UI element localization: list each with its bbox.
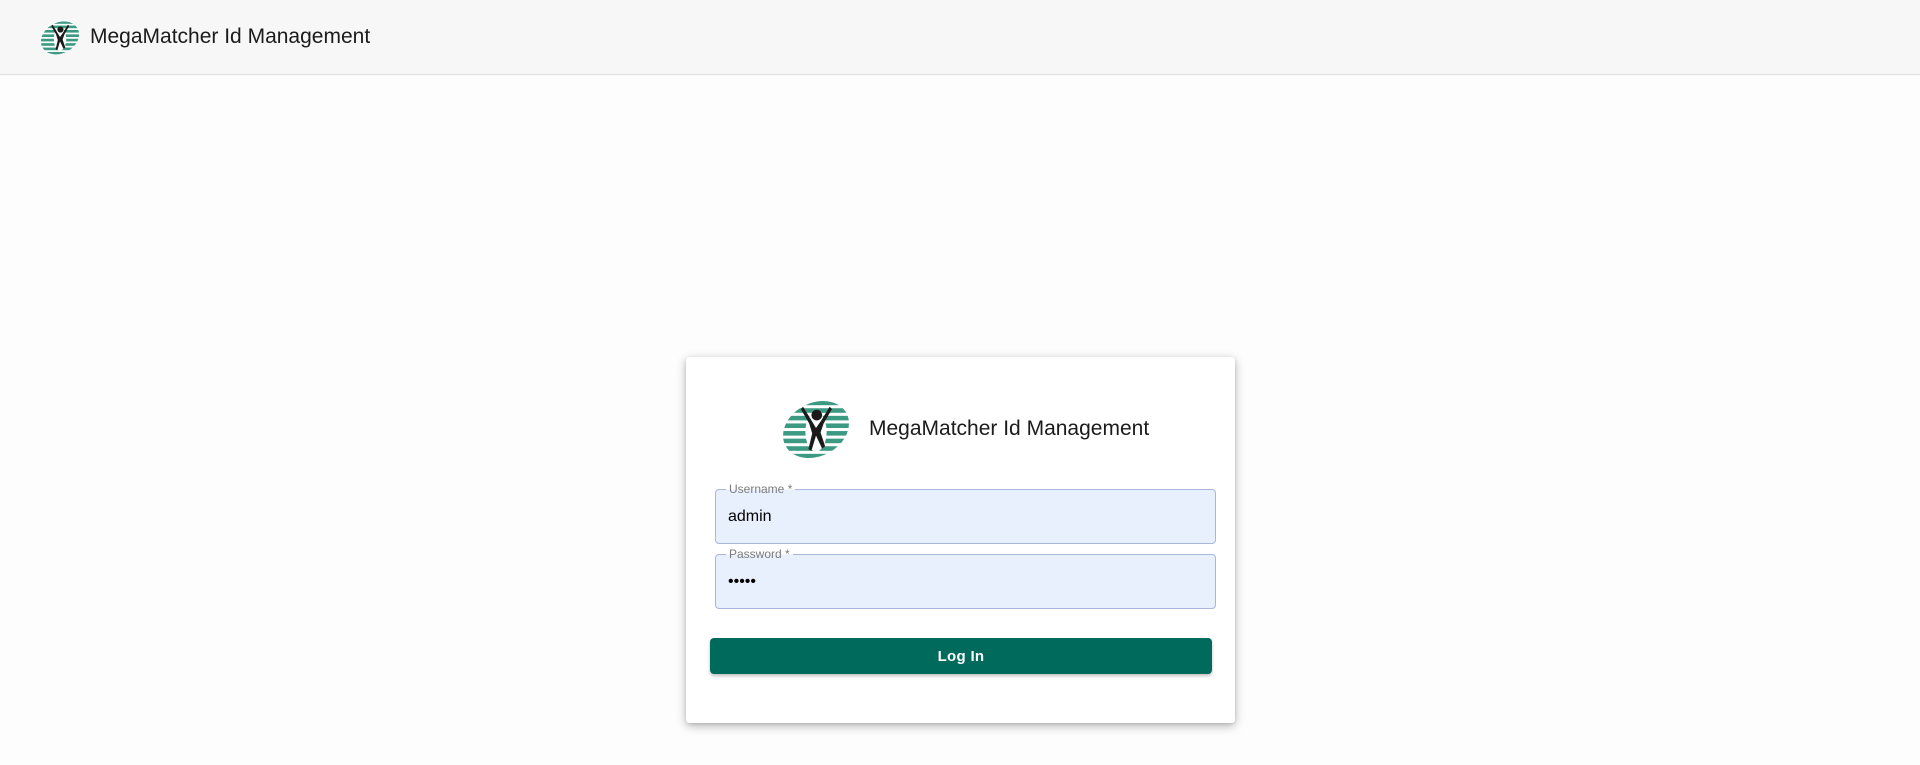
password-input[interactable] [728, 555, 1198, 608]
megamatcher-logo-icon [778, 393, 854, 466]
username-field[interactable]: Username * [715, 482, 1216, 544]
megamatcher-logo-icon [38, 16, 82, 59]
top-app-bar: MegaMatcher Id Management [0, 0, 1920, 75]
login-button[interactable]: Log In [710, 638, 1212, 674]
app-title: MegaMatcher Id Management [90, 25, 371, 48]
username-input[interactable] [728, 490, 1198, 543]
password-field[interactable]: Password * [715, 547, 1216, 609]
login-card: MegaMatcher Id Management Username * Pas… [686, 357, 1235, 723]
login-title: MegaMatcher Id Management [869, 417, 1150, 440]
